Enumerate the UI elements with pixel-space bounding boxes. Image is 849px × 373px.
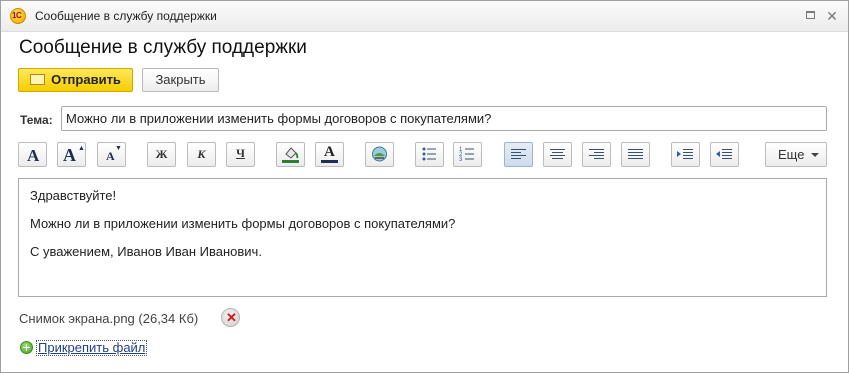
underline-glyph: Ч: [236, 146, 245, 160]
background-color-icon[interactable]: [276, 142, 305, 167]
subject-label: Тема:: [20, 113, 53, 127]
support-message-window: 1С Сообщение в службу поддержки ✕ Сообще…: [0, 0, 849, 373]
underline-icon[interactable]: Ч: [226, 142, 255, 167]
italic-icon[interactable]: К: [187, 142, 216, 167]
window-title: Сообщение в службу поддержки: [35, 9, 217, 23]
message-line-greeting: Здравствуйте!: [30, 188, 117, 203]
numbered-list-icon[interactable]: 1 2 3: [453, 142, 482, 167]
remove-attachment-icon[interactable]: ✕: [221, 308, 240, 327]
align-left-icon[interactable]: [504, 142, 533, 167]
decrease-font-size-icon[interactable]: A ▼: [97, 142, 126, 167]
more-menu-label: Еще: [778, 147, 805, 162]
insert-picture-icon[interactable]: [365, 142, 394, 167]
maximize-icon[interactable]: [804, 9, 818, 23]
bold-icon[interactable]: Ж: [147, 142, 176, 167]
align-right-icon[interactable]: [582, 142, 611, 167]
text-color-icon[interactable]: A: [315, 142, 344, 167]
attach-file-link[interactable]: Прикрепить файл: [36, 340, 148, 356]
close-button[interactable]: Закрыть: [142, 68, 219, 92]
app-icon-text: 1С: [12, 11, 22, 20]
chevron-down-icon: [811, 153, 819, 157]
attachment-file-name: Снимок экрана.png (26,34 Кб): [19, 311, 199, 326]
envelope-icon: [30, 74, 46, 85]
increase-font-size-icon[interactable]: A ▲: [57, 142, 86, 167]
message-editor[interactable]: Здравствуйте! Можно ли в приложении изме…: [18, 178, 827, 297]
subject-input[interactable]: [61, 106, 827, 131]
italic-glyph: К: [197, 147, 206, 161]
bold-glyph: Ж: [155, 147, 168, 161]
align-center-icon[interactable]: [543, 142, 572, 167]
more-menu-button[interactable]: Еще: [765, 142, 827, 167]
font-icon[interactable]: A: [18, 142, 47, 167]
decrease-indent-icon[interactable]: [710, 142, 739, 167]
page-title: Сообщение в службу поддержки: [19, 37, 307, 58]
message-line-question: Можно ли в приложении изменить формы дог…: [30, 216, 456, 231]
title-bar: 1С Сообщение в службу поддержки ✕: [1, 1, 848, 32]
send-button-label: Отправить: [51, 72, 121, 87]
svg-text:3: 3: [459, 157, 463, 163]
increase-indent-icon[interactable]: [671, 142, 700, 167]
message-line-signature: С уважением, Иванов Иван Иванович.: [30, 244, 262, 259]
bulleted-list-icon[interactable]: [415, 142, 444, 167]
send-button[interactable]: Отправить: [18, 68, 133, 92]
align-justify-icon[interactable]: [621, 142, 650, 167]
window-close-icon[interactable]: ✕: [825, 9, 839, 23]
app-1c-icon: 1С: [10, 8, 26, 24]
add-file-icon: [20, 341, 33, 354]
